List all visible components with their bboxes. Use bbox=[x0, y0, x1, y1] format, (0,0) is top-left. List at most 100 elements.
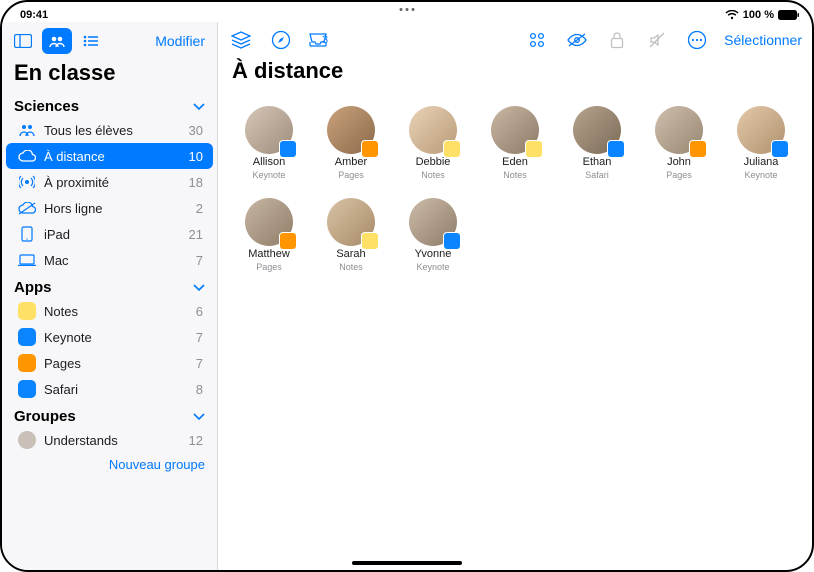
mac-icon bbox=[18, 251, 36, 269]
status-bar: 09:41 100 % bbox=[2, 6, 812, 24]
cloud-icon bbox=[18, 147, 36, 165]
sidebar-item-label: Hors ligne bbox=[44, 201, 103, 216]
sidebar-item-safari[interactable]: Safari 8 bbox=[6, 376, 213, 402]
more-icon[interactable] bbox=[684, 27, 710, 53]
student-name: John bbox=[667, 156, 691, 168]
inbox-count: 3 bbox=[322, 34, 328, 46]
student-allison[interactable]: Allison Keynote bbox=[232, 106, 306, 180]
sidebar-item-label: Pages bbox=[44, 356, 81, 371]
sidebar-item-count: 10 bbox=[189, 149, 203, 164]
sidebar-item-ipad[interactable]: iPad21 bbox=[6, 221, 213, 247]
view-segmented-control bbox=[8, 28, 106, 54]
status-time: 09:41 bbox=[20, 9, 48, 21]
status-right: 100 % bbox=[725, 9, 800, 21]
sidebar-item-label: À proximité bbox=[44, 175, 109, 190]
home-indicator bbox=[352, 561, 462, 565]
app-safari-icon bbox=[18, 380, 36, 398]
sidebar-item-hors-ligne[interactable]: Hors ligne 2 bbox=[6, 195, 213, 221]
grid-icon[interactable] bbox=[524, 27, 550, 53]
student-name: Allison bbox=[253, 156, 285, 168]
student-matthew[interactable]: MatthewPages bbox=[232, 198, 306, 272]
section-header-groups[interactable]: Groupes bbox=[2, 402, 217, 427]
sidebar-toggle-button[interactable] bbox=[8, 28, 38, 54]
section-label: Apps bbox=[14, 279, 52, 296]
sidebar-item-count: 12 bbox=[189, 433, 203, 448]
sidebar: Modifier En classe SciencesTous les élèv… bbox=[2, 22, 218, 570]
student-yvonne[interactable]: YvonneKeynote bbox=[396, 198, 470, 272]
stack-icon[interactable] bbox=[228, 27, 254, 53]
wifi-icon bbox=[725, 10, 739, 20]
sidebar-item-label: Keynote bbox=[44, 330, 92, 345]
student-app-label: Pages bbox=[338, 170, 364, 180]
student-app-label: Pages bbox=[256, 262, 282, 272]
sidebar-toolbar: Modifier bbox=[2, 22, 217, 58]
app-badge-safari-icon bbox=[607, 140, 625, 158]
section-header-apps[interactable]: Apps bbox=[2, 273, 217, 298]
chevron-down-icon bbox=[193, 284, 205, 292]
students-grid: Allison Keynote AmberPagesDebbieNotesEdenN… bbox=[218, 88, 812, 290]
student-john[interactable]: JohnPages bbox=[642, 106, 716, 180]
modify-button[interactable]: Modifier bbox=[149, 29, 211, 53]
avatar-wrap bbox=[655, 106, 703, 154]
main-panel: 3 Sélectionner bbox=[218, 22, 812, 570]
app-keynote-icon bbox=[18, 328, 36, 346]
student-name: Ethan bbox=[583, 156, 612, 168]
device-frame: 09:41 100 % bbox=[0, 0, 814, 572]
sidebar-item-à-distance[interactable]: À distance 10 bbox=[6, 143, 213, 169]
avatar-wrap bbox=[245, 198, 293, 246]
sidebar-item-label: iPad bbox=[44, 227, 70, 242]
eye-off-icon[interactable] bbox=[564, 27, 590, 53]
student-app-label: Notes bbox=[503, 170, 527, 180]
section-label: Groupes bbox=[14, 408, 76, 425]
list-view-button[interactable] bbox=[76, 28, 106, 54]
sidebar-item-label: Safari bbox=[44, 382, 78, 397]
sidebar-item-label: Tous les élèves bbox=[44, 123, 133, 138]
main-toolbar: 3 Sélectionner bbox=[218, 22, 812, 58]
sidebar-item-count: 6 bbox=[196, 304, 203, 319]
student-ethan[interactable]: EthanSafari bbox=[560, 106, 634, 180]
new-group-button[interactable]: Nouveau groupe bbox=[2, 453, 217, 476]
sidebar-item-label: Notes bbox=[44, 304, 78, 319]
near-icon bbox=[18, 173, 36, 191]
sidebar-item-count: 8 bbox=[196, 382, 203, 397]
student-sarah[interactable]: SarahNotes bbox=[314, 198, 388, 272]
sidebar-item-label: À distance bbox=[44, 149, 105, 164]
sidebar-title: En classe bbox=[2, 58, 217, 92]
avatar-wrap bbox=[409, 106, 457, 154]
sidebar-item-count: 2 bbox=[196, 201, 203, 216]
app-pages-icon bbox=[18, 354, 36, 372]
app-badge-keynote-icon bbox=[443, 232, 461, 250]
app-badge-notes-icon bbox=[525, 140, 543, 158]
student-app-label: Notes bbox=[339, 262, 363, 272]
chevron-down-icon bbox=[193, 103, 205, 111]
sidebar-item-tous-les-élèves[interactable]: Tous les élèves30 bbox=[6, 117, 213, 143]
battery-icon bbox=[778, 10, 800, 20]
select-button[interactable]: Sélectionner bbox=[724, 32, 802, 48]
section-header-sciences[interactable]: Sciences bbox=[2, 92, 217, 117]
avatar-wrap bbox=[573, 106, 621, 154]
sidebar-item-pages[interactable]: Pages 7 bbox=[6, 350, 213, 376]
student-juliana[interactable]: JulianaKeynote bbox=[724, 106, 798, 180]
sidebar-item-keynote[interactable]: Keynote 7 bbox=[6, 324, 213, 350]
people-view-button[interactable] bbox=[42, 28, 72, 54]
sidebar-item-mac[interactable]: Mac7 bbox=[6, 247, 213, 273]
inbox-icon[interactable]: 3 bbox=[308, 27, 328, 53]
sidebar-item-à-proximité[interactable]: À proximité18 bbox=[6, 169, 213, 195]
student-app-label: Keynote bbox=[252, 170, 285, 180]
app-notes-icon bbox=[18, 302, 36, 320]
cloud-off-icon bbox=[18, 199, 36, 217]
compass-icon[interactable] bbox=[268, 27, 294, 53]
sidebar-item-label: Understands bbox=[44, 433, 118, 448]
student-amber[interactable]: AmberPages bbox=[314, 106, 388, 180]
student-eden[interactable]: EdenNotes bbox=[478, 106, 552, 180]
ipad-icon bbox=[18, 225, 36, 243]
student-debbie[interactable]: DebbieNotes bbox=[396, 106, 470, 180]
sidebar-item-understands[interactable]: Understands 12 bbox=[6, 427, 213, 453]
avatar-wrap bbox=[245, 106, 293, 154]
sidebar-item-count: 7 bbox=[196, 356, 203, 371]
avatar-wrap bbox=[491, 106, 539, 154]
lock-icon[interactable] bbox=[604, 27, 630, 53]
mute-icon[interactable] bbox=[644, 27, 670, 53]
sidebar-item-notes[interactable]: Notes 6 bbox=[6, 298, 213, 324]
sidebar-item-count: 7 bbox=[196, 330, 203, 345]
